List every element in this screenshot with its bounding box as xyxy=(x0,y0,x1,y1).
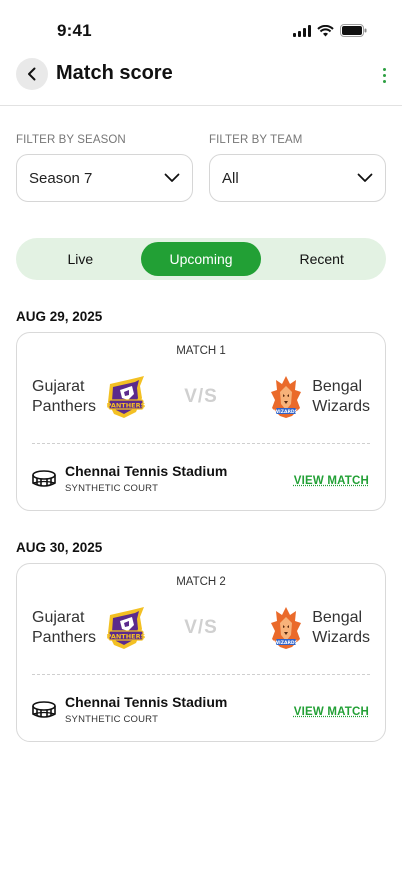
stadium-icon xyxy=(32,469,56,487)
tab-upcoming[interactable]: Upcoming xyxy=(140,242,262,276)
wifi-icon xyxy=(317,24,334,37)
season-filter-label: FILTER BY SEASON xyxy=(16,134,126,146)
venue: Chennai Tennis Stadium SYNTHETIC COURT xyxy=(32,694,227,725)
svg-text:WIZARDS: WIZARDS xyxy=(274,409,298,415)
season-select[interactable]: Season 7 xyxy=(16,154,193,202)
match-date: AUG 29, 2025 xyxy=(16,309,103,324)
status-bar: 9:41 xyxy=(0,0,402,54)
team-select-value: All xyxy=(222,169,239,187)
chevron-down-icon xyxy=(164,173,180,182)
status-icons xyxy=(293,24,367,37)
tab-live[interactable]: Live xyxy=(20,242,141,276)
match-number: MATCH 2 xyxy=(176,576,226,588)
team-b: WIZARDS Bengal Wizards xyxy=(270,607,370,649)
stadium-icon xyxy=(32,700,56,718)
match-card[interactable]: MATCH 1 Gujarat Panthers PANTHERS V/S WI… xyxy=(16,332,386,511)
court-type: SYNTHETIC COURT xyxy=(65,714,159,725)
page-title: Match score xyxy=(56,62,173,84)
team-filter-label: FILTER BY TEAM xyxy=(209,134,303,146)
wizards-logo-icon: WIZARDS xyxy=(271,376,302,418)
match-number: MATCH 1 xyxy=(176,345,226,357)
match-tabs: Live Upcoming Recent xyxy=(16,238,386,280)
team-b: WIZARDS Bengal Wizards xyxy=(270,376,370,418)
more-options-icon[interactable] xyxy=(376,62,392,88)
wizards-logo-icon: WIZARDS xyxy=(271,607,302,649)
match-card[interactable]: MATCH 2 Gujarat Panthers PANTHERS V/S WI… xyxy=(16,563,386,742)
venue: Chennai Tennis Stadium SYNTHETIC COURT xyxy=(32,463,227,494)
app-header: Match score xyxy=(0,54,402,106)
svg-text:WIZARDS: WIZARDS xyxy=(274,640,298,646)
team-filter: FILTER BY TEAM All xyxy=(209,134,386,202)
view-match-link[interactable]: VIEW MATCH xyxy=(294,475,369,487)
venue-name: Chennai Tennis Stadium xyxy=(65,463,228,479)
back-button[interactable] xyxy=(16,58,48,90)
team-b-name: Bengal Wizards xyxy=(312,609,370,646)
card-divider xyxy=(32,674,370,675)
view-match-link[interactable]: VIEW MATCH xyxy=(294,706,369,718)
chevron-down-icon xyxy=(357,173,373,182)
season-filter: FILTER BY SEASON Season 7 xyxy=(16,134,193,202)
match-date: AUG 30, 2025 xyxy=(16,540,103,555)
cellular-signal-icon xyxy=(293,24,311,37)
status-time: 9:41 xyxy=(57,21,92,40)
team-b-name: Bengal Wizards xyxy=(312,378,370,415)
team-select[interactable]: All xyxy=(209,154,386,202)
season-select-value: Season 7 xyxy=(29,169,93,187)
tab-recent[interactable]: Recent xyxy=(261,242,382,276)
court-type: SYNTHETIC COURT xyxy=(65,483,159,494)
venue-name: Chennai Tennis Stadium xyxy=(65,694,228,710)
battery-icon xyxy=(340,24,367,37)
chevron-left-icon xyxy=(28,67,36,81)
card-divider xyxy=(32,443,370,444)
